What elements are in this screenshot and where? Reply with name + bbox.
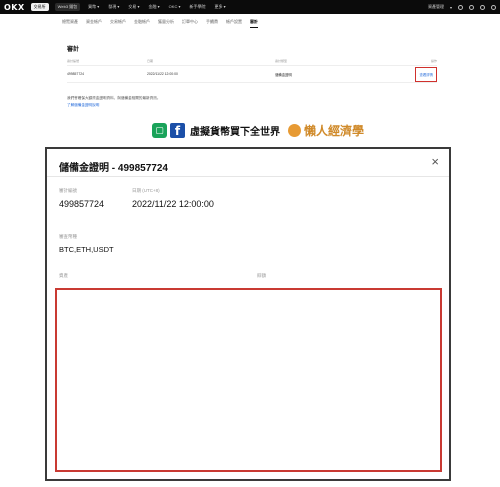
column-balance-label: 餘額 — [257, 273, 266, 278]
modal-divider — [47, 176, 449, 177]
nav-item-more[interactable]: 更多 ▾ — [214, 4, 225, 10]
cell-date: 2022/11/22 12:00:00 — [147, 72, 178, 76]
tab-trading[interactable]: 交易帳戶 — [110, 17, 126, 28]
top-nav: OKX 交易所 Web3 錢包 買幣 ▾ 發現 ▾ 交易 ▾ 金融 ▾ OKC … — [0, 0, 500, 14]
proof-of-reserves-modal: 儲備金證明 - 499857724 × 審計編號 499857724 日期 (U… — [45, 147, 451, 481]
audit-table: 審計編號 日期 審計類型 操作 499857724 2022/11/22 12:… — [67, 59, 437, 83]
nav-item-finance[interactable]: 金融 ▾ — [149, 4, 160, 10]
nav-right: 資產管理 ▾ — [428, 4, 496, 10]
globe-icon[interactable] — [491, 4, 496, 10]
okx-logo[interactable]: OKX — [4, 3, 25, 12]
column-asset-label: 資產 — [59, 273, 68, 278]
column-header-action: 操作 — [430, 59, 437, 63]
nav-item-learn[interactable]: 新手學院 — [189, 4, 205, 10]
brand-badge-icon — [288, 123, 301, 137]
date-label: 日期 (UTC+8) — [132, 188, 160, 193]
table-header: 審計編號 日期 審計類型 操作 — [67, 59, 437, 65]
tab-orders[interactable]: 訂單中心 — [182, 17, 198, 28]
table-row: 499857724 2022/11/22 12:00:00 儲備金證明 查看詳情 — [67, 65, 437, 83]
bell-icon[interactable] — [469, 4, 474, 10]
info-note: 我們會確保大額資金證明資料，與儲備金相關的最新資訊。 — [67, 96, 161, 100]
brand-name: 懶人經濟學 — [304, 123, 365, 138]
tab-settings[interactable]: 帳戶設置 — [226, 17, 242, 28]
exchange-pill[interactable]: 交易所 — [30, 3, 49, 11]
column-header-type: 審計類型 — [275, 59, 288, 63]
tab-finance[interactable]: 金融帳戶 — [134, 17, 150, 28]
view-details-link[interactable]: 查看詳情 — [415, 66, 437, 82]
audit-id-label: 審計編號 — [59, 188, 77, 193]
learn-more-link[interactable]: 了解儲備金證明說明 — [67, 103, 99, 108]
tab-analysis[interactable]: 獲量分析 — [158, 17, 174, 28]
profile-icon[interactable] — [458, 4, 463, 10]
watermark-banner: ▢ f 虛擬貨幣買下全世界 懶人經濟學 — [152, 122, 364, 138]
close-icon[interactable]: × — [431, 155, 439, 168]
page-title: 審計 — [67, 47, 80, 53]
chevron-down-icon[interactable]: ▾ — [450, 5, 452, 10]
cell-type: 儲備金證明 — [275, 72, 292, 77]
line-icon: ▢ — [152, 122, 167, 138]
cell-action: 查看詳情 — [405, 66, 437, 82]
nav-item-okc[interactable]: OKC ▾ — [169, 4, 181, 10]
account-tabs: 總覽資產 資金帳戶 交易帳戶 金融帳戶 獲量分析 訂單中心 手續費 帳戶設置 審… — [62, 17, 258, 28]
modal-title: 儲備金證明 - 499857724 — [59, 163, 168, 174]
nav-item-discover[interactable]: 發現 ▾ — [108, 4, 119, 10]
facebook-icon: f — [170, 122, 185, 138]
tab-overview[interactable]: 總覽資產 — [62, 17, 78, 28]
column-header-date: 日期 — [147, 59, 154, 63]
nav-assets-link[interactable]: 資產管理 — [428, 4, 444, 10]
tab-fees[interactable]: 手續費 — [206, 17, 218, 28]
web3-wallet-pill[interactable]: Web3 錢包 — [54, 3, 81, 11]
download-icon[interactable] — [480, 4, 485, 10]
nav-menu: 買幣 ▾ 發現 ▾ 交易 ▾ 金融 ▾ OKC ▾ 新手學院 更多 ▾ — [88, 4, 225, 10]
tab-funding[interactable]: 資金帳戶 — [86, 17, 102, 28]
balance-list-area — [55, 288, 442, 472]
date-value: 2022/11/22 12:00:00 — [132, 199, 214, 209]
nav-item-trade[interactable]: 交易 ▾ — [128, 4, 139, 10]
audit-id-value: 499857724 — [59, 199, 105, 209]
column-header-id: 審計編號 — [67, 59, 80, 63]
nav-item-buy[interactable]: 買幣 ▾ — [88, 4, 99, 10]
tab-audit[interactable]: 審計 — [250, 17, 258, 28]
assets-label: 審查幣種 — [59, 234, 77, 239]
cell-audit-id: 499857724 — [67, 72, 84, 76]
banner-slogan: 虛擬貨幣買下全世界 — [190, 126, 280, 138]
assets-value: BTC,ETH,USDT — [59, 245, 114, 254]
